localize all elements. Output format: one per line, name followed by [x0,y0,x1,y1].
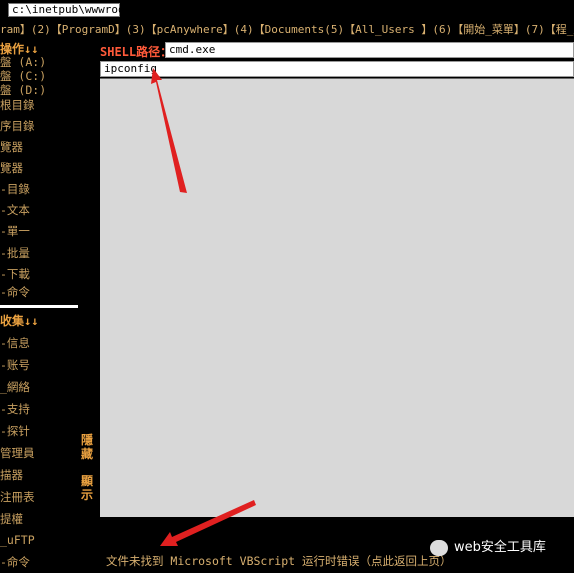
nav-item[interactable]: -目錄 [0,181,30,197]
left-nav: 操作↓↓ 盤 (A:) 盤 (C:) 盤 (D:) 根目錄 序目錄 覽器 覽器 … [0,40,96,573]
nav-item[interactable]: _uFTP [0,533,35,547]
address-input[interactable]: c:\inetpub\wwwroot [8,3,131,17]
hide-nav-toggle[interactable]: 隱藏 [80,433,94,461]
shell-path-input[interactable]: cmd.exe [165,42,574,58]
nav-item[interactable]: 描器 [0,467,23,483]
error-status-link[interactable]: 文件未找到 Microsoft VBScript 运行时错误（点此返回上页） [106,553,451,569]
nav-item[interactable]: -批量 [0,245,30,261]
nav-item[interactable]: -下載 [0,266,30,282]
nav-item[interactable]: 提權 [0,511,23,527]
nav-item[interactable]: -账号 [0,357,30,373]
nav-item[interactable]: -支持 [0,401,30,417]
watermark-text: web安全工具库 [454,540,546,555]
nav-item[interactable]: -信息 [0,335,30,351]
watermark: web安全工具库 [430,536,546,556]
nav-drive-d[interactable]: 盤 (D:) [0,82,46,98]
nav-item[interactable]: -命令 [0,554,30,570]
shell-path-label: SHELL路径： [100,45,173,59]
quick-path-links: ram】(2)【ProgramD】(3)【pcAnywhere】(4)【Docu… [0,22,574,38]
nav-item[interactable]: -探针 [0,423,30,439]
nav-item[interactable]: _網絡 [0,379,30,395]
nav-divider [0,305,78,308]
nav-item[interactable]: -單一 [0,223,30,239]
nav-item[interactable]: 管理員 [0,445,35,461]
command-input[interactable]: ipconfig [100,61,574,77]
show-nav-toggle[interactable]: 顯示 [80,474,94,502]
nav-section-title: 收集↓↓ [0,314,39,328]
nav-item[interactable]: 覽器 [0,160,23,176]
nav-item[interactable]: 注冊表 [0,489,35,505]
nav-item[interactable]: 序目錄 [0,118,35,134]
nav-item[interactable]: -命令 [0,284,30,300]
wechat-icon [430,539,448,556]
command-output-area[interactable] [100,78,574,517]
quick-path-link[interactable]: ram】(2)【ProgramD】(3)【pcAnywhere】(4)【Docu… [0,22,574,38]
nav-item[interactable]: -文本 [0,202,30,218]
nav-item[interactable]: 根目錄 [0,97,35,113]
nav-item[interactable]: 覽器 [0,139,23,155]
address-bar: c:\inetpub\wwwroot [8,2,568,19]
